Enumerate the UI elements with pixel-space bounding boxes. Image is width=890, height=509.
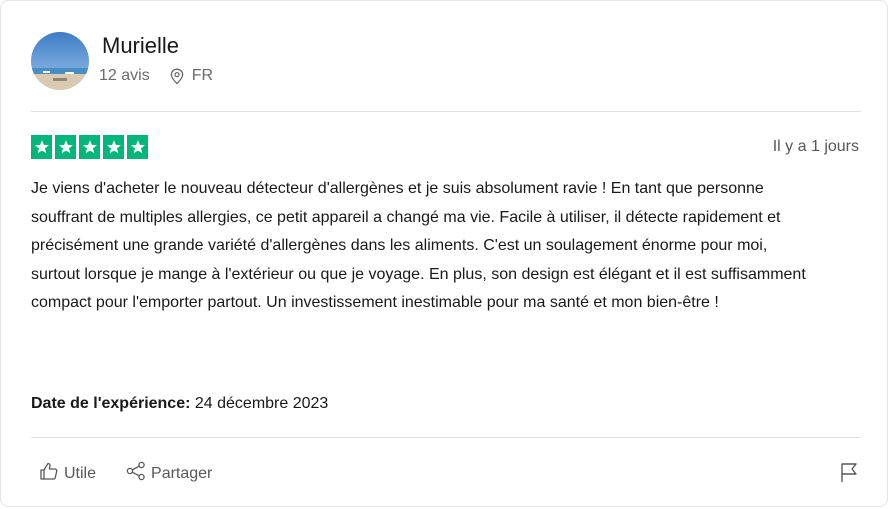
star-icon [31,135,52,159]
reviewer-meta: 12 avis FR [99,66,213,86]
share-icon [126,461,146,486]
useful-label: Utile [64,464,97,482]
review-body: Je viens d'acheter le nouveau détecteur … [31,180,806,311]
review-card: Murielle 12 avis FR Il y a 1 jours Je vi… [0,0,888,507]
star-rating [31,135,148,159]
experience-date: Date de l'expérience: 24 décembre 2023 [31,395,328,413]
review-actions: Utile Partager [39,461,212,486]
review-count: 12 avis [99,67,150,84]
useful-button[interactable]: Utile [39,461,96,486]
star-icon [103,135,124,159]
reviewer-country: FR [191,67,214,84]
experience-date-label: Date de l'expérience: [31,395,191,412]
report-flag-icon[interactable] [838,461,860,483]
divider [31,437,861,438]
divider [31,111,861,112]
experience-date-value: 24 décembre 2023 [194,395,329,412]
reviewer-name[interactable]: Murielle [102,32,179,60]
star-icon [55,135,76,159]
location-pin-icon [170,68,184,85]
star-icon [127,135,148,159]
review-posted-time: Il y a 1 jours [772,138,859,155]
star-icon [79,135,100,159]
avatar[interactable] [31,32,89,90]
share-button[interactable]: Partager [126,461,212,486]
avatar-photo [31,32,89,90]
share-label: Partager [151,464,213,482]
thumbs-up-icon [39,461,59,486]
